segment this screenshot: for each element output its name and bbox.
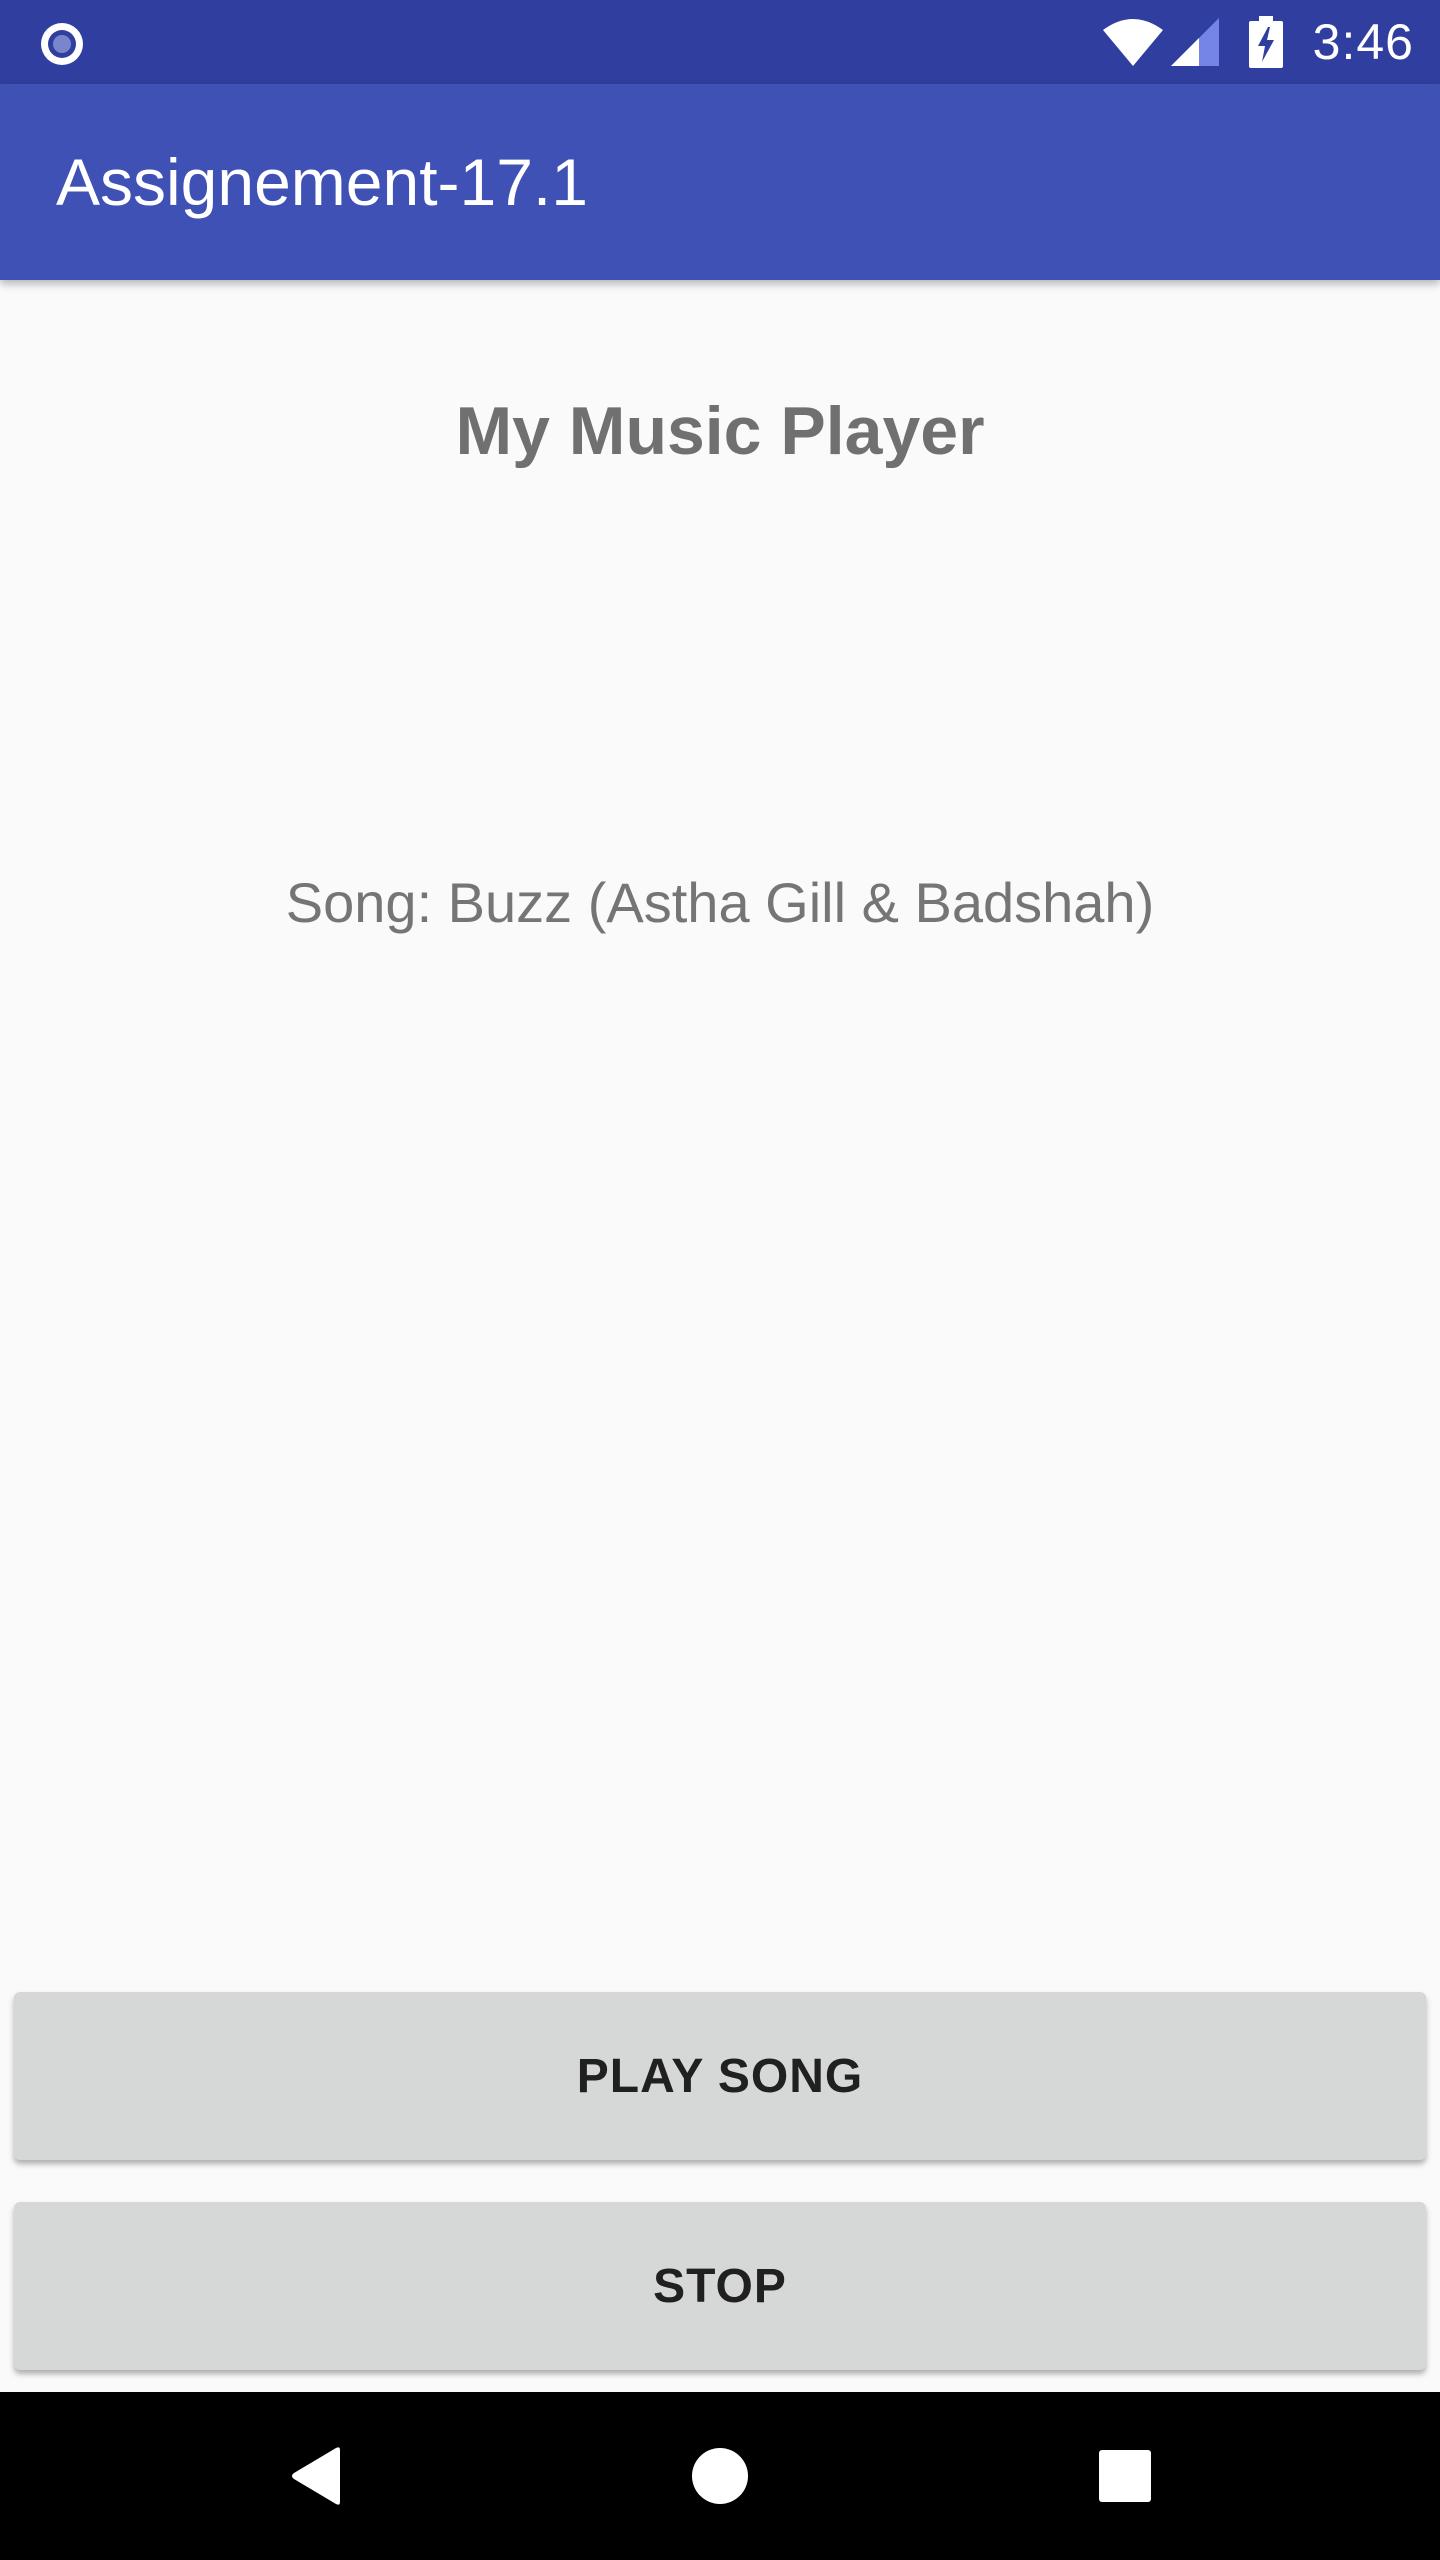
play-song-button[interactable]: PLAY SONG (14, 1992, 1426, 2160)
status-time: 3:46 (1312, 14, 1414, 70)
song-label: Song: Buzz (Astha Gill & Badshah) (285, 871, 1155, 934)
signal-icon (1169, 16, 1221, 68)
status-bar: 3:46 (0, 0, 1440, 84)
app-screen: 3:46 Assignement-17.1 My Music Player So… (0, 0, 1440, 2560)
wifi-icon (1101, 16, 1165, 68)
status-icons: 3:46 (1101, 0, 1414, 84)
app-title: Assignement-17.1 (56, 145, 588, 219)
stop-button[interactable]: STOP (14, 2202, 1426, 2370)
battery-charging-icon (1248, 16, 1283, 68)
page-title: My Music Player (455, 393, 985, 469)
home-circle-icon[interactable] (640, 2392, 800, 2560)
app-toolbar: Assignement-17.1 (0, 84, 1440, 280)
radio-circle-icon (38, 20, 86, 68)
navigation-bar (0, 2392, 1440, 2560)
back-triangle-icon[interactable] (236, 2392, 396, 2560)
recents-square-icon[interactable] (1045, 2392, 1205, 2560)
